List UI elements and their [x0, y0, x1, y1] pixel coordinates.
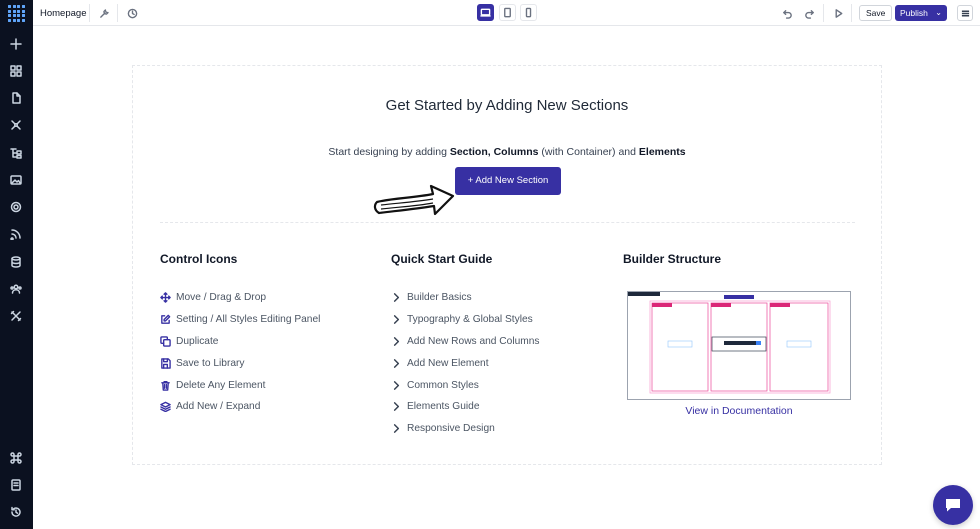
chevron-right-icon — [393, 424, 400, 434]
history-icon[interactable] — [8, 504, 24, 520]
stack-icon — [160, 402, 171, 413]
builder-structure-section: Builder Structure — [623, 252, 721, 287]
add-element-icon[interactable] — [8, 36, 24, 52]
publish-button-label: Publish — [900, 8, 928, 18]
settings-icon[interactable] — [8, 199, 24, 215]
chevron-right-icon — [393, 293, 400, 303]
quick-start-section: Quick Start Guide Builder Basics Typogra… — [391, 252, 540, 440]
builder-app: Homepage Save Publish ⌄ Get Started by A… — [0, 0, 980, 529]
tools-icon[interactable] — [8, 308, 24, 324]
guide-link-builder-basics[interactable]: Builder Basics — [391, 287, 540, 309]
copy-icon — [160, 336, 171, 347]
command-icon[interactable] — [8, 450, 24, 466]
book-icon[interactable] — [8, 477, 24, 493]
tablet-view-icon[interactable] — [499, 4, 516, 21]
preview-play-icon[interactable] — [830, 5, 846, 21]
layers-icon[interactable] — [8, 145, 24, 161]
builder-structure-diagram — [627, 291, 851, 400]
mobile-view-icon[interactable] — [520, 4, 537, 21]
top-toolbar: Homepage Save Publish ⌄ — [33, 0, 980, 26]
empty-page-placeholder: Get Started by Adding New Sections Start… — [132, 65, 882, 465]
chevron-right-icon — [393, 380, 400, 390]
grid-icon[interactable] — [8, 63, 24, 79]
quick-start-title: Quick Start Guide — [391, 252, 493, 266]
chevron-right-icon — [393, 315, 400, 325]
edit-icon — [161, 314, 171, 325]
users-icon[interactable] — [8, 281, 24, 297]
save-icon — [161, 358, 171, 369]
control-icons-title: Control Icons — [160, 252, 238, 266]
menu-icon[interactable] — [957, 5, 973, 21]
hand-drawn-arrow-icon — [373, 184, 455, 216]
toolbar-divider — [823, 4, 824, 22]
chat-icon — [946, 499, 960, 512]
page-name[interactable]: Homepage — [40, 8, 86, 19]
guide-link-elements-guide[interactable]: Elements Guide — [391, 396, 540, 418]
undo-icon[interactable] — [779, 5, 795, 21]
chat-support-button[interactable] — [933, 485, 973, 525]
guide-link-add-element[interactable]: Add New Element — [391, 352, 540, 374]
clock-icon[interactable] — [124, 5, 140, 21]
section-divider — [160, 222, 855, 223]
control-item-move: Move / Drag & Drop — [160, 287, 320, 309]
database-icon[interactable] — [8, 254, 24, 270]
control-item-duplicate: Duplicate — [160, 331, 320, 353]
control-item-setting: Setting / All Styles Editing Panel — [160, 309, 320, 331]
control-icons-section: Control Icons Move / Drag & Drop Setting… — [160, 252, 320, 418]
left-sidebar — [0, 0, 33, 529]
builder-structure-title: Builder Structure — [623, 252, 722, 266]
toolbar-divider — [851, 4, 852, 22]
view-documentation-link[interactable]: View in Documentation — [627, 405, 851, 417]
chevron-right-icon — [393, 358, 400, 368]
rss-icon[interactable] — [8, 226, 24, 242]
guide-link-typography[interactable]: Typography & Global Styles — [391, 309, 540, 331]
app-logo[interactable] — [7, 4, 25, 22]
guide-link-responsive[interactable]: Responsive Design — [391, 418, 540, 440]
placeholder-subtitle: Start designing by adding Section, Colum… — [328, 146, 686, 158]
chevron-right-icon — [393, 337, 400, 346]
chevron-down-icon: ⌄ — [935, 8, 942, 17]
wrench-icon[interactable] — [96, 5, 112, 21]
control-item-delete: Delete Any Element — [160, 374, 320, 396]
toolbar-divider — [89, 4, 90, 22]
redo-icon[interactable] — [801, 5, 817, 21]
trash-icon — [161, 380, 170, 391]
toolbar-divider — [117, 4, 118, 22]
save-button[interactable]: Save — [859, 5, 893, 21]
puzzle-icon[interactable] — [8, 117, 24, 133]
desktop-view-icon[interactable] — [477, 4, 494, 21]
move-icon — [160, 292, 171, 304]
publish-button[interactable]: Publish ⌄ — [895, 5, 947, 21]
guide-link-rows-columns[interactable]: Add New Rows and Columns — [391, 331, 540, 353]
add-new-section-button[interactable]: + Add New Section — [455, 167, 561, 195]
placeholder-title: Get Started by Adding New Sections — [385, 97, 629, 114]
chevron-right-icon — [393, 402, 400, 412]
image-icon[interactable] — [8, 172, 24, 188]
control-item-add-expand: Add New / Expand — [160, 396, 320, 418]
control-item-save-library: Save to Library — [160, 352, 320, 374]
guide-link-common-styles[interactable]: Common Styles — [391, 374, 540, 396]
page-icon[interactable] — [8, 90, 24, 106]
